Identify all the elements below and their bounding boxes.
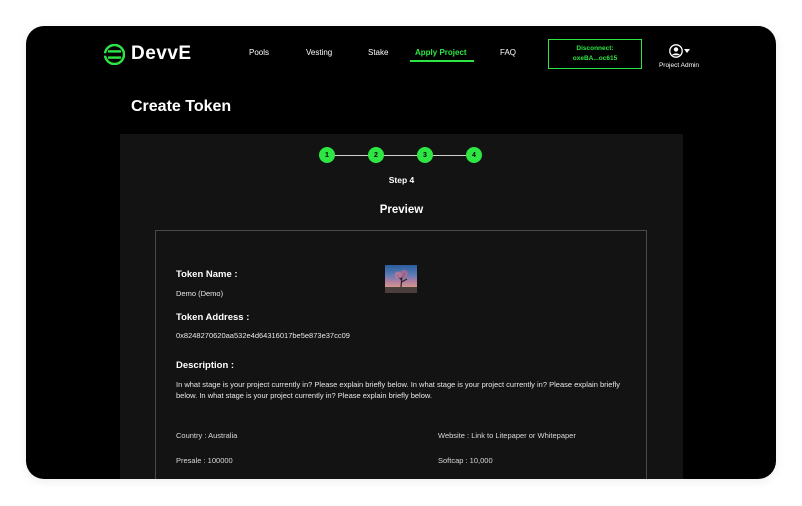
token-name-value: Demo (Demo) [176, 289, 224, 298]
description-value: In what stage is your project currently … [176, 380, 620, 401]
preview-card: Token Name : Demo (Demo) Token Address :… [155, 230, 647, 479]
wallet-address: oxeBA...oc615 [572, 55, 618, 62]
disconnect-wallet-button[interactable]: Disconnect: oxeBA...oc615 [548, 39, 642, 69]
stepper-track [330, 155, 476, 156]
token-address-value: 0x8248270620aa532e4d64316017be5e873e37cc… [176, 331, 350, 340]
brand-name: DevvE [131, 43, 192, 64]
create-token-panel: 1 2 3 4 Step 4 Preview Token Name : Demo… [120, 134, 683, 479]
nav-apply-project[interactable]: Apply Project [415, 48, 467, 57]
country-value: Country : Australia [176, 431, 238, 440]
softcap-value: Softcap : 10,000 [438, 456, 493, 465]
token-address-label: Token Address : [176, 312, 250, 323]
current-step-label: Step 4 [388, 175, 415, 185]
step-4[interactable]: 4 [466, 147, 482, 163]
step-1[interactable]: 1 [319, 147, 335, 163]
presale-value: Presale : 100000 [176, 456, 233, 465]
nav-pools[interactable]: Pools [249, 48, 269, 57]
user-circle-icon [668, 43, 683, 58]
tree-image-icon [385, 270, 417, 293]
nav-faq[interactable]: FAQ [500, 48, 516, 57]
disconnect-label: Disconnect: [576, 45, 614, 52]
step-2[interactable]: 2 [368, 147, 384, 163]
nav-stake[interactable]: Stake [368, 48, 388, 57]
page-title: Create Token [131, 98, 232, 115]
step-3[interactable]: 3 [417, 147, 433, 163]
app-window: DevvE Pools Vesting Stake Apply Project … [26, 26, 776, 479]
preview-title: Preview [379, 204, 424, 216]
account-menu[interactable]: Project Admin [653, 42, 705, 69]
logo-mark-icon [104, 43, 125, 65]
token-name-label: Token Name : [176, 269, 238, 280]
brand-logo[interactable]: DevvE [104, 43, 192, 65]
website-value: Website : Link to Litepaper or Whitepape… [438, 431, 576, 440]
chevron-down-icon [683, 48, 690, 53]
token-logo-image [385, 265, 417, 293]
active-nav-underline [410, 60, 474, 62]
description-label: Description : [176, 360, 235, 371]
account-label: Project Admin [658, 62, 700, 69]
nav-vesting[interactable]: Vesting [306, 48, 332, 57]
